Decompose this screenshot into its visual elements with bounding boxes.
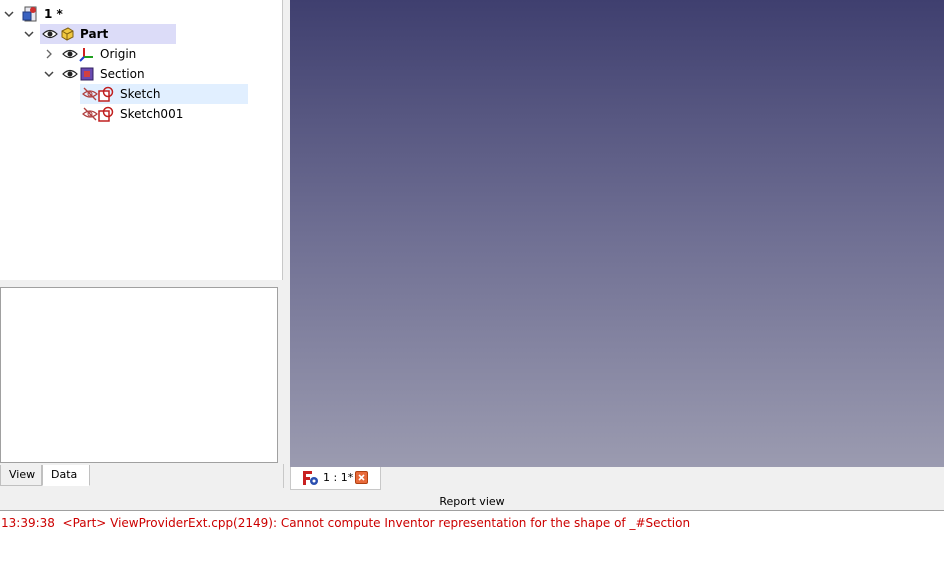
eye-hidden-icon[interactable]: [82, 86, 98, 102]
chevron-right-icon[interactable]: [43, 48, 55, 60]
part-container-icon: [59, 26, 75, 42]
section-icon: [79, 66, 95, 82]
tab-view[interactable]: View: [0, 465, 42, 486]
tree-item-label: Sketch001: [120, 107, 184, 121]
tree-item-label: Part: [80, 27, 109, 41]
document-tab[interactable]: 1 : 1*: [290, 467, 381, 490]
3d-viewport[interactable]: [290, 0, 944, 467]
eye-hidden-icon[interactable]: [82, 106, 98, 122]
report-view[interactable]: 13:39:38 <Part> ViewProviderExt.cpp(2149…: [0, 510, 944, 588]
sketch-icon: [98, 106, 114, 122]
document-tab-label: 1 : 1*: [323, 471, 354, 484]
tree-item-label: Origin: [100, 47, 137, 61]
report-error-line: 13:39:38 <Part> ViewProviderExt.cpp(2149…: [1, 516, 691, 530]
tree-item-document[interactable]: 1 *: [0, 4, 282, 24]
tree-item-section[interactable]: Section: [0, 64, 282, 84]
chevron-down-icon[interactable]: [43, 68, 55, 80]
eye-icon[interactable]: [62, 66, 78, 82]
panel-splitter[interactable]: [0, 280, 284, 287]
tree-item-origin[interactable]: Origin: [0, 44, 282, 64]
freecad-logo-icon: [302, 470, 320, 486]
property-tabbar: View Data: [0, 464, 284, 488]
close-icon[interactable]: [355, 471, 368, 484]
model-tree[interactable]: 1 * Part Origin Section Sketch Sketch001: [0, 0, 283, 280]
property-view[interactable]: [0, 287, 278, 463]
tree-item-sketch[interactable]: Sketch: [0, 84, 282, 104]
chevron-down-icon[interactable]: [23, 28, 35, 40]
axes-origin-icon: [79, 46, 95, 62]
mdi-tabbar: 1 : 1*: [290, 467, 944, 491]
sketch-icon: [98, 86, 114, 102]
chevron-down-icon[interactable]: [3, 8, 15, 20]
tree-item-part[interactable]: Part: [0, 24, 282, 44]
tree-item-label: Sketch: [120, 87, 161, 101]
tree-item-label: Section: [100, 67, 145, 81]
tab-data[interactable]: Data: [42, 465, 90, 486]
freecad-window: 1 * Part Origin Section Sketch Sketch001…: [0, 0, 944, 588]
document-icon: [22, 6, 38, 22]
tree-item-sketch001[interactable]: Sketch001: [0, 104, 282, 124]
eye-icon[interactable]: [62, 46, 78, 62]
tree-item-label: 1 *: [44, 7, 63, 21]
eye-icon[interactable]: [42, 26, 58, 42]
report-view-title: Report view: [439, 495, 505, 508]
